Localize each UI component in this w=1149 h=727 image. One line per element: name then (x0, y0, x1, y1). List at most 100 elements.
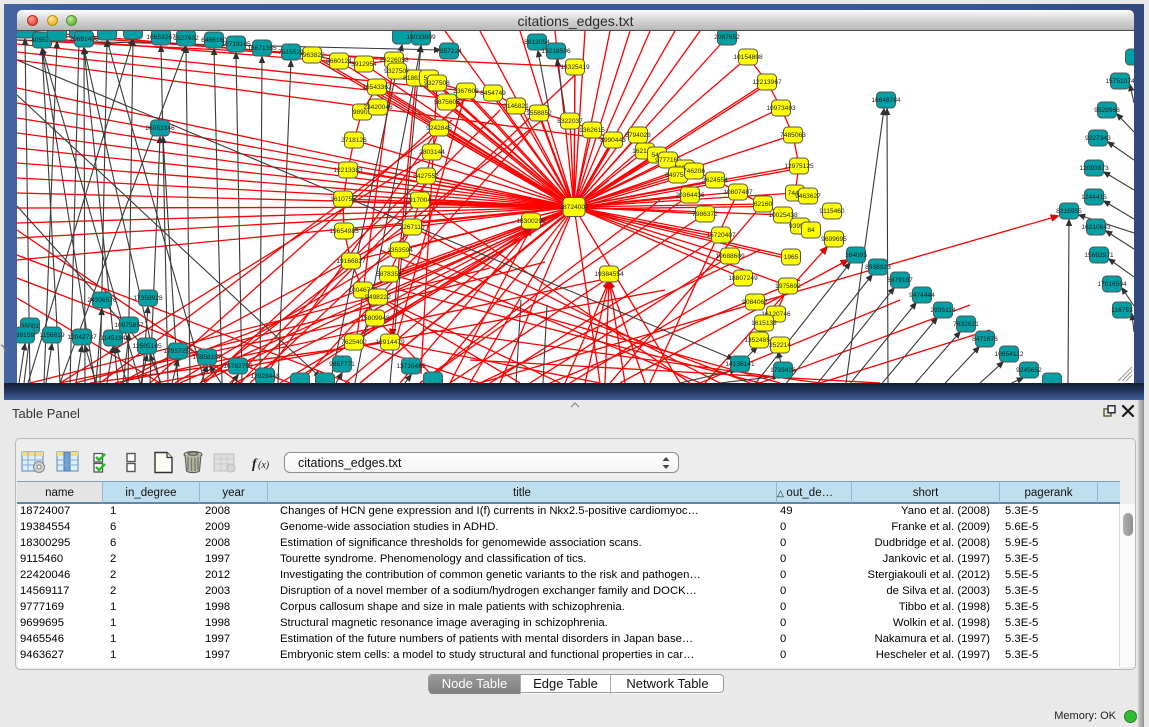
svg-text:19166827: 19166827 (336, 258, 366, 265)
svg-text:9699695: 9699695 (821, 236, 847, 243)
svg-text:5875605: 5875605 (434, 99, 460, 106)
svg-text:18300295: 18300295 (516, 218, 546, 225)
svg-text:14136141: 14136141 (725, 361, 755, 368)
svg-text:8215955: 8215955 (1056, 208, 1082, 215)
svg-text:9498222: 9498222 (365, 294, 391, 301)
svg-text:9115460: 9115460 (819, 208, 845, 215)
svg-text:10975857: 10975857 (114, 322, 144, 329)
svg-text:10654112: 10654112 (995, 351, 1024, 358)
svg-text:3912954: 3912954 (351, 61, 377, 68)
svg-text:8938923: 8938923 (865, 264, 891, 271)
svg-text:15809948: 15809948 (360, 315, 390, 322)
svg-text:19384554: 19384554 (594, 271, 624, 278)
svg-text:2935114: 2935114 (930, 307, 956, 314)
svg-text:16648784: 16648784 (871, 97, 901, 104)
svg-text:(x): (x) (258, 460, 270, 471)
svg-text:62160: 62160 (754, 201, 773, 208)
svg-text:12042737: 12042737 (67, 334, 97, 341)
svg-text:19218506: 19218506 (541, 48, 571, 55)
svg-text:8813054: 8813054 (524, 39, 550, 46)
svg-text:9327508: 9327508 (424, 80, 450, 87)
svg-text:8471676: 8471676 (972, 336, 998, 343)
svg-text:19654985: 19654985 (329, 228, 359, 235)
svg-text:2367608: 2367608 (453, 88, 479, 95)
svg-text:1145194: 1145194 (100, 335, 126, 342)
svg-text:1965: 1965 (784, 254, 799, 261)
svg-text:9146821: 9146821 (503, 103, 529, 110)
svg-text:16914479: 16914479 (375, 339, 405, 346)
svg-text:116753: 116753 (1111, 307, 1133, 314)
svg-text:17016504: 17016504 (1097, 281, 1127, 288)
svg-text:2803144: 2803144 (419, 149, 445, 156)
svg-text:1558852: 1558852 (526, 110, 552, 117)
svg-text:1615132: 1615132 (751, 320, 777, 327)
svg-text:7632621: 7632621 (953, 321, 979, 328)
svg-text:7515520: 7515520 (278, 49, 304, 56)
svg-text:9242845: 9242845 (426, 125, 452, 132)
svg-text:1362615: 1362615 (579, 127, 605, 134)
svg-text:1527602: 1527602 (173, 35, 199, 42)
svg-text:17957255: 17957255 (163, 348, 193, 355)
svg-text:7857224: 7857224 (436, 48, 462, 55)
svg-text:9227343: 9227343 (1085, 135, 1111, 142)
svg-text:2718126: 2718126 (341, 137, 367, 144)
svg-text:10688609: 10688609 (715, 253, 745, 260)
svg-text:9463627: 9463627 (795, 193, 821, 200)
svg-text:1353594: 1353594 (387, 247, 413, 254)
svg-text:252214: 252214 (769, 342, 791, 349)
svg-text:23420046: 23420046 (363, 104, 393, 111)
svg-text:1610755: 1610755 (330, 196, 356, 203)
svg-text:10154808: 10154808 (733, 54, 763, 61)
svg-text:5878352: 5878352 (376, 271, 402, 278)
svg-text:13716485: 13716485 (396, 363, 426, 370)
svg-text:15692971: 15692971 (1084, 252, 1114, 259)
svg-text:12093873: 12093873 (1079, 165, 1109, 172)
svg-text:1733426: 1733426 (770, 367, 796, 374)
svg-text:39159: 39159 (17, 332, 34, 339)
svg-text:13325419: 13325419 (560, 64, 590, 71)
svg-text:20364436: 20364436 (675, 192, 705, 199)
svg-text:9529966: 9529966 (1094, 107, 1120, 114)
svg-text:18724007: 18724007 (559, 204, 589, 211)
svg-text:16782759: 16782759 (223, 363, 253, 370)
svg-text:6879197: 6879197 (887, 277, 913, 284)
svg-text:1156819: 1156819 (39, 332, 65, 339)
svg-text:9474444: 9474444 (909, 292, 935, 299)
svg-text:15720407: 15720407 (706, 232, 736, 239)
svg-text:10653267: 10653267 (146, 34, 176, 41)
svg-text:8660124: 8660124 (326, 58, 352, 65)
svg-text:16033809: 16033809 (406, 34, 436, 41)
svg-text:3624554: 3624554 (702, 177, 728, 184)
svg-text:12213967: 12213967 (752, 79, 782, 86)
svg-text:10807487: 10807487 (723, 189, 753, 196)
svg-text:1975692: 1975692 (775, 283, 801, 290)
svg-text:917004: 917004 (409, 197, 431, 204)
svg-text:8322037: 8322037 (557, 118, 583, 125)
svg-text:10973493: 10973493 (766, 105, 796, 112)
svg-text:17359928: 17359928 (133, 295, 163, 302)
svg-text:12923448: 12923448 (250, 373, 280, 380)
svg-text:3267110: 3267110 (399, 224, 425, 231)
svg-text:1244415: 1244415 (1081, 194, 1107, 201)
svg-text:16543362: 16543362 (362, 84, 392, 91)
svg-text:6794028: 6794028 (625, 132, 651, 139)
svg-text:2087652: 2087652 (714, 34, 740, 41)
svg-text:7986372: 7986372 (692, 211, 718, 218)
svg-text:7625402: 7625402 (341, 339, 367, 346)
svg-text:746206: 746206 (683, 168, 705, 175)
svg-text:9657771: 9657771 (329, 361, 355, 368)
svg-text:9245652: 9245652 (1016, 367, 1042, 374)
svg-text:84: 84 (807, 227, 815, 234)
svg-text:16671385: 16671385 (247, 45, 277, 52)
svg-text:9084067: 9084067 (742, 299, 768, 306)
svg-text:12213383: 12213383 (333, 167, 363, 174)
svg-text:24206576: 24206576 (87, 297, 117, 304)
svg-text:164095: 164095 (845, 252, 867, 259)
svg-text:16210643: 16210643 (1081, 224, 1111, 231)
svg-text:8454749: 8454749 (480, 90, 506, 97)
svg-text:18807249: 18807249 (728, 275, 758, 282)
svg-text:8990443: 8990443 (600, 137, 626, 144)
svg-text:20691406: 20691406 (69, 36, 99, 43)
svg-text:10958107: 10958107 (192, 354, 222, 361)
svg-text:7485063: 7485063 (780, 132, 806, 139)
